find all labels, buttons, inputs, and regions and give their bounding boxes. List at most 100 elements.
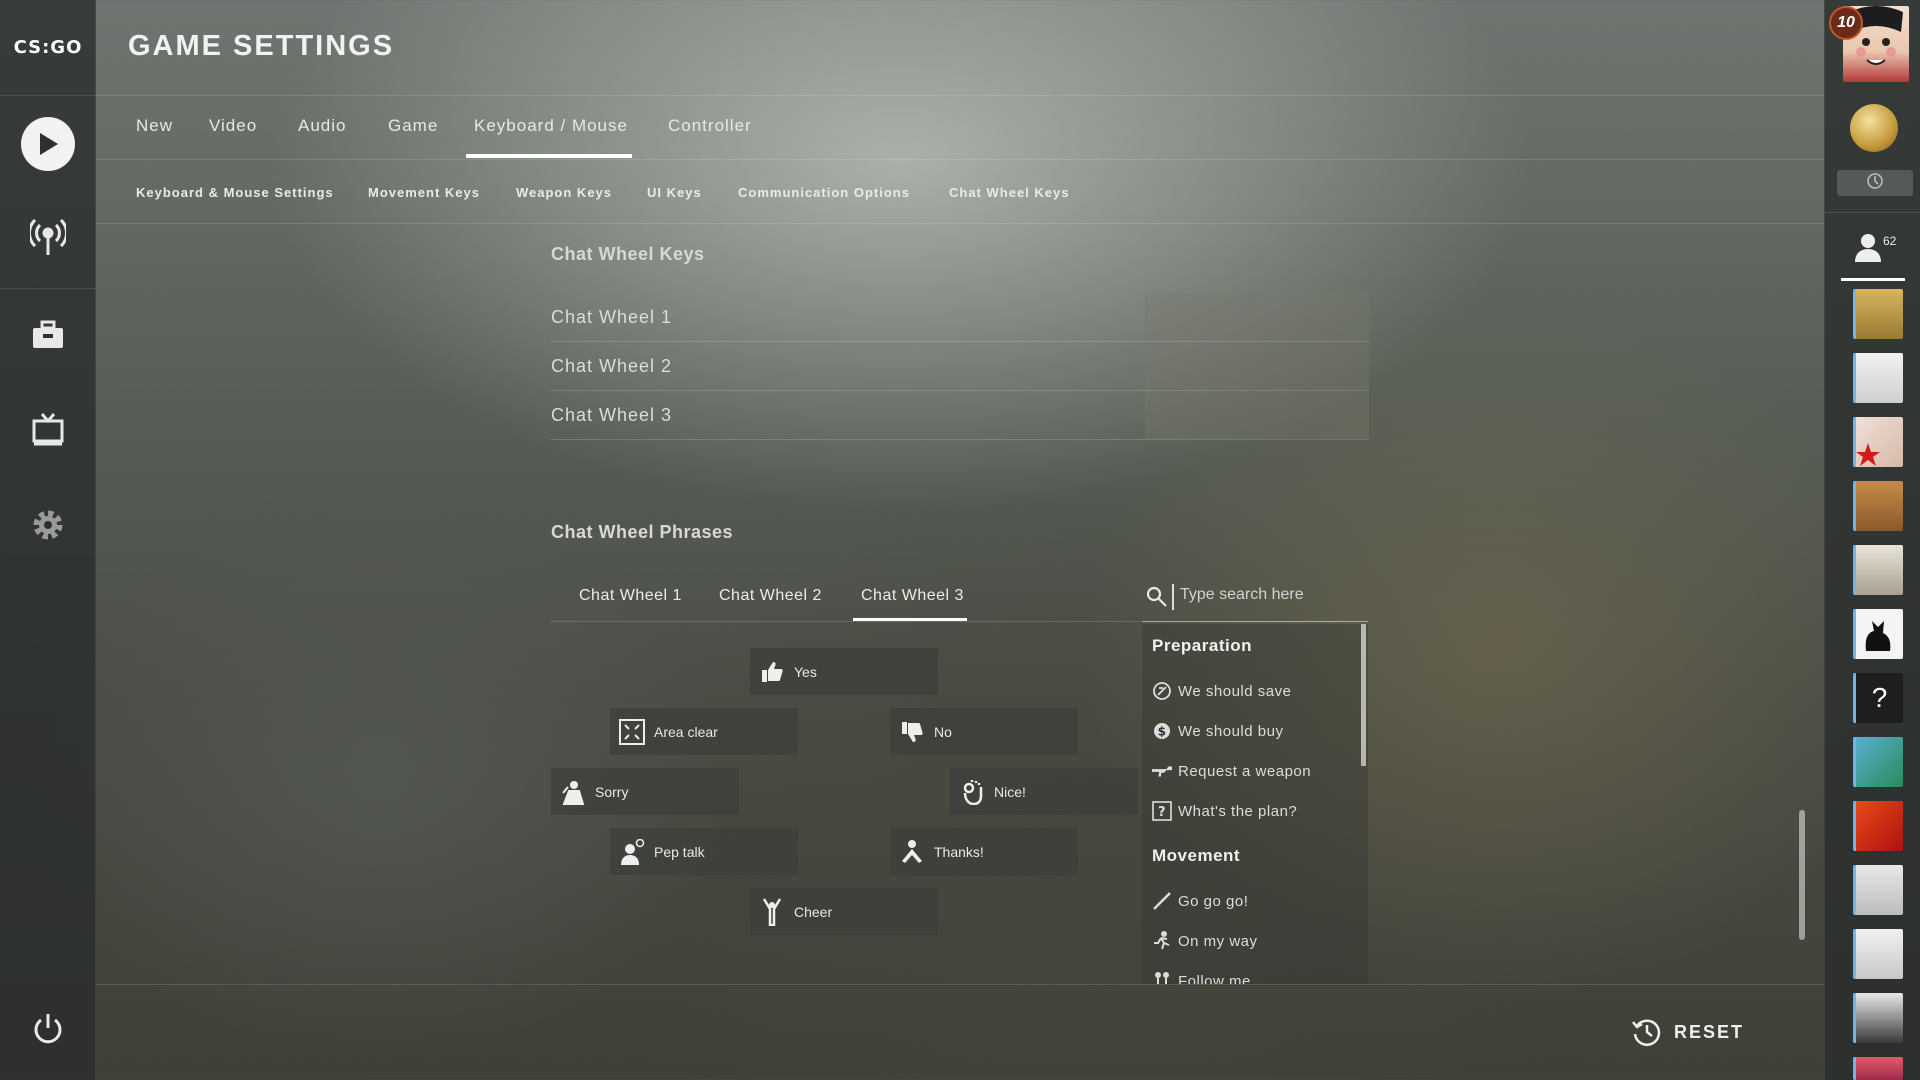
key-row-label: Chat Wheel 1 (551, 307, 673, 327)
broadcast-button[interactable] (0, 194, 96, 284)
wheel-slot-label: No (934, 723, 952, 740)
rank-medal-icon[interactable] (1850, 104, 1898, 152)
wheel-slot-nice[interactable]: Nice! (950, 768, 1138, 815)
wheel-slot-thanks[interactable]: Thanks! (890, 828, 1078, 875)
phrase-item[interactable]: Go go go! (1152, 888, 1248, 914)
phrase-item[interactable]: On my way (1152, 928, 1258, 954)
page-scrollbar[interactable] (1799, 810, 1805, 940)
friend-avatar[interactable] (1853, 865, 1903, 915)
tab-controller[interactable]: Controller (668, 116, 752, 136)
level-badge: 10 (1829, 6, 1863, 40)
key-binding-field[interactable] (1145, 391, 1369, 439)
power-button[interactable] (0, 986, 96, 1076)
friends-button[interactable]: 62 (1855, 232, 1897, 272)
tab-video[interactable]: Video (209, 116, 257, 136)
friend-avatar[interactable] (1853, 1057, 1903, 1080)
wheel-slot-label: Sorry (595, 783, 629, 800)
search-input[interactable] (1180, 586, 1360, 604)
friend-avatar[interactable] (1853, 289, 1903, 339)
tab-chat-wheel-3[interactable]: Chat Wheel 3 (861, 587, 964, 605)
play-button[interactable] (0, 99, 96, 189)
subtab-movement-keys[interactable]: Movement Keys (368, 185, 480, 200)
phrase-item-label: We should save (1178, 682, 1292, 700)
active-wheel-indicator (853, 618, 967, 621)
friends-count: 62 (1883, 234, 1897, 248)
wheel-slot-label: Thanks! (934, 843, 984, 860)
wheel-slot-no[interactable]: No (890, 708, 1078, 755)
search-caret (1172, 584, 1174, 610)
phrase-item[interactable]: Request a weapon (1152, 758, 1311, 784)
friend-avatar[interactable] (1853, 737, 1903, 787)
chat-wheel-phrases-title: Chat Wheel Phrases (551, 522, 734, 542)
friends-icon (1855, 234, 1885, 266)
subtab-weapon-keys[interactable]: Weapon Keys (516, 185, 612, 200)
broadcast-icon (28, 217, 68, 262)
phrase-item[interactable]: Follow me (1152, 968, 1251, 984)
friend-avatar[interactable] (1853, 929, 1903, 979)
chat-wheel-keys-title: Chat Wheel Keys (551, 244, 705, 264)
phrase-item[interactable]: We should save (1152, 678, 1291, 704)
category-movement: Movement (1152, 846, 1241, 865)
wheel-slot-label: Nice! (994, 783, 1026, 800)
tab-game[interactable]: Game (388, 116, 438, 136)
key-row-chat-wheel-2: Chat Wheel 2 (551, 342, 1369, 391)
phrase-list-scrollbar[interactable] (1361, 624, 1366, 766)
phrase-search (1142, 576, 1368, 622)
phrase-item-label: Go go go! (1178, 892, 1249, 910)
friend-avatar[interactable]: ? (1853, 673, 1903, 723)
area-clear-icon (618, 718, 646, 746)
wheel-slot-yes[interactable]: Yes (750, 648, 938, 695)
tab-chat-wheel-1[interactable]: Chat Wheel 1 (579, 587, 682, 605)
clock-icon (1866, 172, 1884, 195)
pep-talk-icon (618, 838, 646, 866)
tab-keyboard-mouse[interactable]: Keyboard / Mouse (474, 116, 628, 136)
tab-new[interactable]: New (136, 116, 173, 136)
left-navigation-rail: CS:GO (0, 0, 96, 1080)
reset-history-icon (1632, 1017, 1662, 1047)
friend-avatar[interactable] (1853, 481, 1903, 531)
wheel-slot-pep-talk[interactable]: Pep talk (610, 828, 798, 875)
phrase-item-label: What's the plan? (1178, 802, 1298, 820)
settings-button[interactable] (0, 482, 96, 572)
weapon-icon (1152, 761, 1172, 781)
active-tab-indicator (466, 154, 632, 158)
watch-button[interactable] (0, 386, 96, 476)
friend-avatar[interactable] (1853, 545, 1903, 595)
wheel-slot-area-clear[interactable]: Area clear (610, 708, 798, 755)
subtab-chat-wheel-keys[interactable]: Chat Wheel Keys (949, 185, 1069, 200)
friends-active-indicator (1841, 278, 1905, 281)
key-binding-field[interactable] (1145, 293, 1369, 341)
tab-audio[interactable]: Audio (298, 116, 346, 136)
cheer-icon (758, 897, 786, 926)
unknown-avatar-icon: ? (1871, 682, 1888, 713)
ok-hand-icon (958, 778, 986, 806)
wheel-slot-label: Pep talk (654, 843, 705, 860)
sub-tabs: Keyboard & Mouse Settings Movement Keys … (96, 160, 1824, 224)
friend-avatar[interactable] (1853, 417, 1903, 467)
subtab-ui-keys[interactable]: UI Keys (647, 185, 702, 200)
reset-button[interactable]: RESET (1632, 1017, 1744, 1047)
friend-avatar[interactable] (1853, 801, 1903, 851)
cooldown-timer[interactable] (1837, 170, 1913, 196)
wheel-slot-cheer[interactable]: Cheer (750, 888, 938, 935)
inventory-button[interactable] (0, 292, 96, 382)
tab-chat-wheel-2[interactable]: Chat Wheel 2 (719, 587, 822, 605)
phrase-item[interactable]: $ We should buy (1152, 718, 1283, 744)
category-preparation: Preparation (1152, 636, 1252, 655)
power-icon (32, 1012, 64, 1051)
watch-tv-icon (31, 412, 65, 451)
key-binding-field[interactable] (1145, 342, 1369, 390)
subtab-communication-options[interactable]: Communication Options (738, 185, 910, 200)
inventory-icon (31, 320, 65, 355)
key-row-label: Chat Wheel 2 (551, 356, 673, 376)
csgo-logo[interactable]: CS:GO (0, 0, 96, 96)
phrase-item[interactable]: ? What's the plan? (1152, 798, 1297, 824)
friend-avatar[interactable] (1853, 353, 1903, 403)
friend-avatar[interactable] (1853, 993, 1903, 1043)
search-icon (1146, 586, 1168, 613)
friend-avatar[interactable] (1853, 609, 1903, 659)
right-social-rail: 10 62 ? (1824, 0, 1920, 1080)
wheel-slot-sorry[interactable]: Sorry (551, 768, 739, 815)
subtab-keyboard-mouse-settings[interactable]: Keyboard & Mouse Settings (136, 185, 334, 200)
sorry-icon (559, 778, 587, 806)
